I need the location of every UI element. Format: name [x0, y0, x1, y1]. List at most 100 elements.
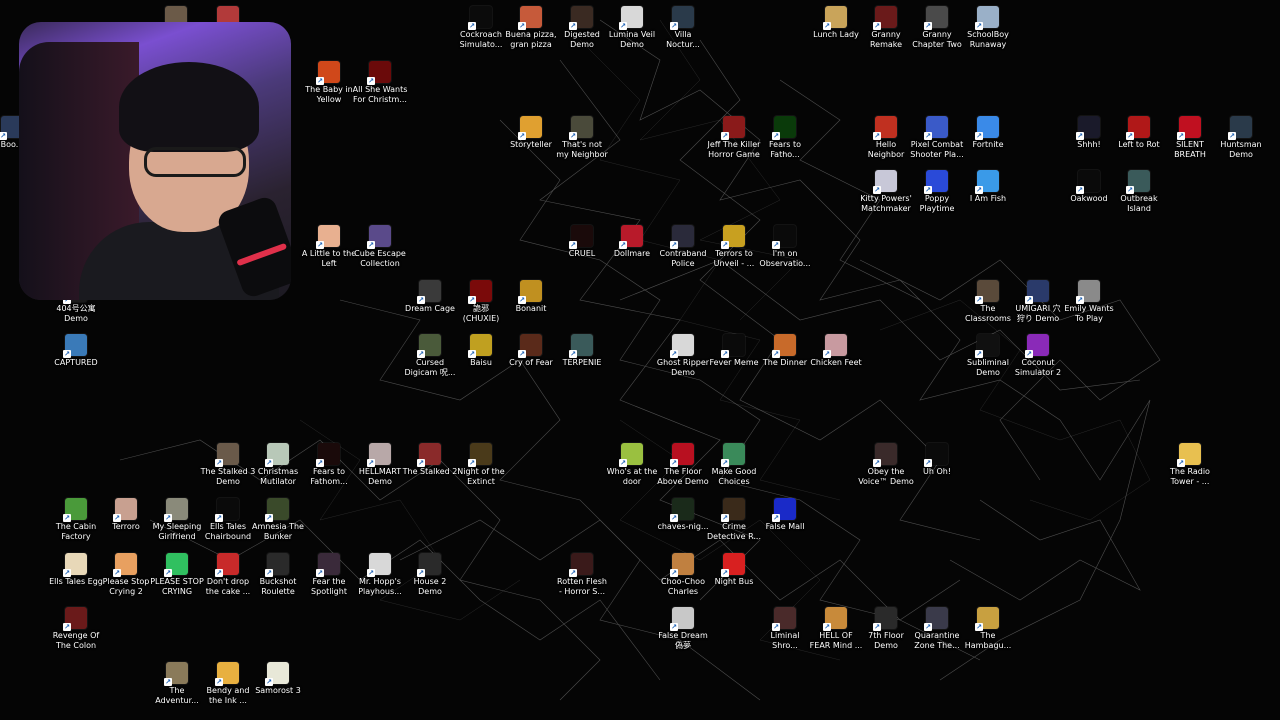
desktop-shortcut[interactable]: ↗ I'm on Observatio...	[754, 225, 816, 269]
app-icon: ↗	[721, 443, 745, 467]
shortcut-arrow-icon: ↗	[113, 569, 121, 577]
shortcut-arrow-icon: ↗	[164, 569, 172, 577]
app-icon: ↗	[721, 225, 745, 249]
app-icon: ↗	[873, 607, 897, 631]
shortcut-arrow-icon: ↗	[417, 296, 425, 304]
shortcut-arrow-icon: ↗	[670, 514, 678, 522]
app-icon: ↗	[417, 553, 441, 577]
desktop-shortcut[interactable]: ↗ Emily Wants To Play	[1058, 280, 1120, 324]
desktop-shortcut[interactable]: ↗ That's not my Neighbor	[551, 116, 613, 160]
desktop-shortcut[interactable]: ↗ Night of the Extinct	[450, 443, 512, 487]
shortcut-arrow-icon: ↗	[823, 623, 831, 631]
shortcut-label: Rotten Flesh - Horror S...	[557, 577, 607, 596]
desktop-shortcut[interactable]: ↗ Fortnite	[957, 116, 1019, 150]
app-icon: ↗	[316, 61, 340, 85]
desktop-shortcut[interactable]: ↗ Huntsman Demo	[1210, 116, 1272, 160]
shortcut-label: Outbreak Island	[1120, 194, 1158, 213]
app-icon: ↗	[518, 280, 542, 304]
shortcut-arrow-icon: ↗	[924, 623, 932, 631]
app-icon: ↗	[721, 553, 745, 577]
shortcut-label: TERPENIE	[562, 358, 602, 367]
shortcut-arrow-icon: ↗	[316, 569, 324, 577]
desktop-shortcut[interactable]: ↗ The Radio Tower - ...	[1159, 443, 1221, 487]
shortcut-label: Night of the Extinct	[457, 467, 505, 486]
app-icon: ↗	[518, 334, 542, 358]
shortcut-arrow-icon: ↗	[670, 241, 678, 249]
shortcut-arrow-icon: ↗	[316, 77, 324, 85]
desktop-shortcut[interactable]: ↗ House 2 Demo	[399, 553, 461, 597]
app-icon: ↗	[772, 225, 796, 249]
shortcut-arrow-icon: ↗	[873, 623, 881, 631]
desktop-shortcut[interactable]: ↗ Chicken Feet	[805, 334, 867, 368]
desktop-shortcut[interactable]: ↗ CAPTURED	[45, 334, 107, 368]
shortcut-arrow-icon: ↗	[924, 22, 932, 30]
app-icon: ↗	[63, 334, 87, 358]
shortcut-arrow-icon: ↗	[1076, 296, 1084, 304]
desktop-shortcut[interactable]: ↗ Rotten Flesh - Horror S...	[551, 553, 613, 597]
shortcut-arrow-icon: ↗	[1025, 296, 1033, 304]
desktop-shortcut[interactable]: ↗ SchoolBoy Runaway	[957, 6, 1019, 50]
shortcut-arrow-icon: ↗	[63, 569, 71, 577]
desktop-shortcut[interactable]: ↗ Revenge Of The Colon	[45, 607, 107, 651]
desktop-shortcut[interactable]: ↗ False Dream 偽夢	[652, 607, 714, 651]
app-icon: ↗	[63, 498, 87, 522]
shortcut-label: Coconut Simulator 2	[1014, 358, 1062, 377]
shortcut-arrow-icon: ↗	[670, 350, 678, 358]
desktop-shortcut[interactable]: ↗ False Mall	[754, 498, 816, 532]
desktop-shortcut[interactable]: ↗ Uh Oh!	[906, 443, 968, 477]
shortcut-label: I'm on Observatio...	[759, 249, 811, 268]
desktop-shortcut[interactable]: ↗ Coconut Simulator 2	[1007, 334, 1069, 378]
app-icon: ↗	[569, 116, 593, 140]
app-icon: ↗	[670, 334, 694, 358]
shortcut-arrow-icon: ↗	[518, 296, 526, 304]
shortcut-label: Fortnite	[972, 140, 1004, 149]
app-icon: ↗	[1126, 170, 1150, 194]
desktop-shortcut[interactable]: ↗ Amnesia The Bunker	[247, 498, 309, 542]
app-icon: ↗	[468, 443, 492, 467]
app-icon: ↗	[924, 116, 948, 140]
app-icon: ↗	[63, 553, 87, 577]
desktop-shortcut[interactable]: ↗ Fears to Fatho...	[754, 116, 816, 160]
desktop-shortcut[interactable]: ↗ Bonanit	[500, 280, 562, 314]
desktop-shortcut[interactable]: ↗ TERPENIE	[551, 334, 613, 368]
desktop-shortcut[interactable]: ↗ Villa Noctur...	[652, 6, 714, 50]
desktop-shortcut[interactable]: ↗ The Hambagu...	[957, 607, 1019, 651]
shortcut-arrow-icon: ↗	[772, 350, 780, 358]
app-icon: ↗	[619, 6, 643, 30]
app-icon: ↗	[975, 6, 999, 30]
shortcut-label: Fears to Fatho...	[768, 140, 802, 159]
desktop-shortcut[interactable]: ↗ I Am Fish	[957, 170, 1019, 204]
shortcut-arrow-icon: ↗	[518, 132, 526, 140]
app-icon: ↗	[772, 607, 796, 631]
shortcut-arrow-icon: ↗	[265, 514, 273, 522]
app-icon: ↗	[1076, 170, 1100, 194]
shortcut-arrow-icon: ↗	[924, 186, 932, 194]
desktop-shortcut[interactable]: ↗ Samorost 3	[247, 662, 309, 696]
shortcut-arrow-icon: ↗	[975, 623, 983, 631]
shortcut-arrow-icon: ↗	[265, 459, 273, 467]
shortcut-label: False Dream 偽夢	[658, 631, 708, 650]
app-icon: ↗	[772, 334, 796, 358]
desktop-shortcut[interactable]: ↗ Cube Escape Collection	[349, 225, 411, 269]
app-icon: ↗	[265, 443, 289, 467]
shortcut-arrow-icon: ↗	[1126, 132, 1134, 140]
desktop-shortcut[interactable]: ↗ Outbreak Island	[1108, 170, 1170, 214]
shortcut-arrow-icon: ↗	[468, 459, 476, 467]
shortcut-arrow-icon: ↗	[113, 514, 121, 522]
desktop-shortcut[interactable]: ↗ All She Wants For Christm...	[349, 61, 411, 105]
shortcut-arrow-icon: ↗	[924, 459, 932, 467]
desktop-shortcut[interactable]: ↗ Make Good Choices	[703, 443, 765, 487]
shortcut-arrow-icon: ↗	[63, 350, 71, 358]
app-icon: ↗	[518, 6, 542, 30]
app-icon: ↗	[1025, 334, 1049, 358]
desktop-shortcut[interactable]: ↗ Night Bus	[703, 553, 765, 587]
app-icon: ↗	[721, 498, 745, 522]
app-icon: ↗	[113, 553, 137, 577]
app-icon: ↗	[1076, 116, 1100, 140]
shortcut-label: Huntsman Demo	[1220, 140, 1262, 159]
shortcut-arrow-icon: ↗	[823, 22, 831, 30]
shortcut-arrow-icon: ↗	[468, 296, 476, 304]
app-icon: ↗	[164, 553, 188, 577]
app-icon: ↗	[670, 6, 694, 30]
app-icon: ↗	[670, 225, 694, 249]
